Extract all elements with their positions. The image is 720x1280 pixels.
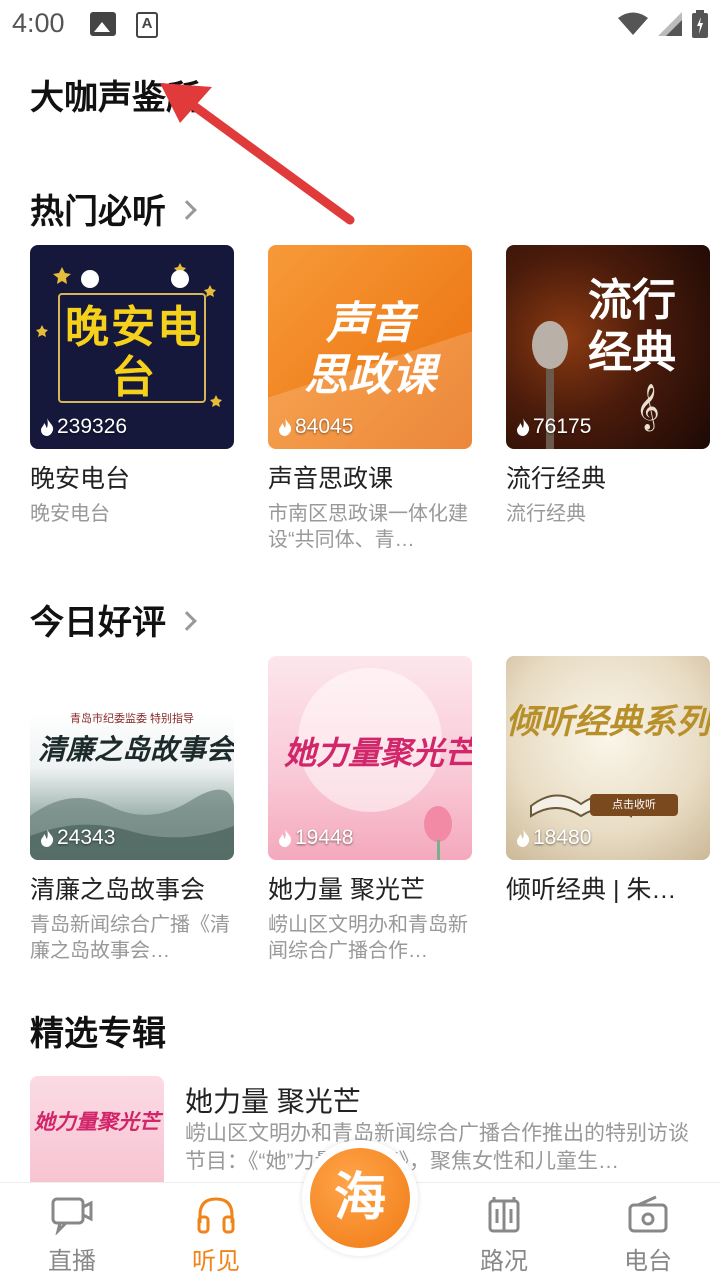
cover-title-1: 流行 <box>588 276 676 325</box>
app-notification-icon: A <box>136 12 158 38</box>
card-today-3[interactable]: 倾听经典系列 点击收听 18480 倾听经典 | 朱… <box>506 656 710 912</box>
center-logo-icon: 海 <box>310 1148 410 1248</box>
page-title: 大咖声鉴所 <box>30 79 200 117</box>
cover-title-2: 思政课 <box>304 351 436 400</box>
radio-icon <box>628 1195 668 1233</box>
section-hot-title: 热门必听 <box>30 193 166 231</box>
flame-icon <box>517 829 530 847</box>
status-time: 4:00 <box>12 8 65 38</box>
card-cover: 青岛市纪委监委 特别指导 清廉之岛故事会 24343 <box>30 656 234 860</box>
card-cover: 晚安电台 239326 <box>30 245 234 449</box>
listen-now-tag: 点击收听 <box>590 794 678 816</box>
section-albums-title: 精选专辑 <box>30 1015 166 1053</box>
album-cover-title: 她力量聚光芒 <box>34 1111 160 1134</box>
image-notification-icon <box>90 12 116 36</box>
card-desc: 晚安电台 <box>30 503 110 525</box>
album-desc: 崂山区文明办和青岛新闻综合广播合作推出的特别访谈节目：《“她”力量聚光芒》，聚焦… <box>185 1122 689 1173</box>
chevron-right-icon <box>177 610 197 631</box>
card-desc: 市南区思政课一体化建设“共同体、青… <box>268 503 468 551</box>
flame-icon <box>41 418 54 436</box>
tab-traffic[interactable]: 路况 <box>444 1183 564 1280</box>
wifi-icon <box>618 12 648 35</box>
tab-label: 路况 <box>480 1248 528 1275</box>
play-count: 19448 <box>278 826 353 850</box>
card-today-2[interactable]: 她力量聚光芒 19448 她力量 聚光芒 崂山区文明办和青岛新闻综合广播合作… <box>268 656 472 964</box>
cell-signal-icon <box>658 12 682 36</box>
play-count-value: 19448 <box>295 826 354 849</box>
card-desc: 青岛新闻综合广播《清廉之岛故事会… <box>30 914 230 962</box>
play-count: 239326 <box>40 415 127 439</box>
play-count-value: 84045 <box>295 415 354 438</box>
card-title: 倾听经典 | 朱… <box>506 876 677 904</box>
card-cover: 她力量聚光芒 19448 <box>268 656 472 860</box>
video-chat-icon <box>51 1197 93 1235</box>
play-count-value: 24343 <box>57 826 116 849</box>
tab-radio[interactable]: 电台 <box>588 1183 708 1280</box>
cover-title: 倾听经典系列 <box>506 703 710 741</box>
card-desc: 崂山区文明办和青岛新闻综合广播合作… <box>268 914 468 962</box>
play-count: 18480 <box>516 826 591 850</box>
card-desc: 流行经典 <box>506 503 586 525</box>
card-title: 流行经典 <box>506 465 607 493</box>
chevron-right-icon <box>177 199 197 220</box>
cover-title-2: 经典 <box>588 328 676 377</box>
album-title: 她力量 聚光芒 <box>185 1086 361 1117</box>
section-today-header[interactable]: 今日好评 <box>30 595 197 644</box>
card-cover: 声音 思政课 84045 <box>268 245 472 449</box>
cover-subtitle: 青岛市纪委监委 特别指导 <box>69 713 195 725</box>
card-hot-3[interactable]: 流行 经典 𝄞 76175 流行经典 流行经典 <box>506 245 710 527</box>
play-count: 84045 <box>278 415 353 439</box>
tulip-icon <box>424 806 452 860</box>
cover-title: 她力量聚光芒 <box>284 735 472 771</box>
card-title: 晚安电台 <box>30 465 131 493</box>
flame-icon <box>517 418 530 436</box>
flame-icon <box>279 829 292 847</box>
play-count-value: 76175 <box>533 415 592 438</box>
card-title: 她力量 聚光芒 <box>268 876 425 904</box>
flame-icon <box>41 829 54 847</box>
card-cover: 流行 经典 𝄞 76175 <box>506 245 710 449</box>
tab-label: 直播 <box>48 1248 96 1275</box>
play-count: 76175 <box>516 415 591 439</box>
card-hot-2[interactable]: 声音 思政课 84045 声音思政课 市南区思政课一体化建设“共同体、青… <box>268 245 472 553</box>
headphones-icon <box>197 1197 235 1234</box>
card-title: 清廉之岛故事会 <box>30 876 206 904</box>
card-title: 声音思政课 <box>268 465 394 493</box>
tab-listen[interactable]: 听见 <box>156 1183 276 1280</box>
tab-label: 听见 <box>192 1248 240 1275</box>
section-today-title: 今日好评 <box>30 604 166 642</box>
traffic-icon <box>488 1197 520 1233</box>
flame-icon <box>279 418 292 436</box>
play-count: 24343 <box>40 826 115 850</box>
notification-icons: A <box>90 12 158 38</box>
tab-live[interactable]: 直播 <box>12 1183 132 1280</box>
card-today-1[interactable]: 青岛市纪委监委 特别指导 清廉之岛故事会 24343 清廉之岛故事会 青岛新闻综… <box>30 656 234 964</box>
music-note-icon: 𝄞 <box>636 385 660 429</box>
tab-label: 电台 <box>624 1248 672 1275</box>
cover-title: 清廉之岛故事会 <box>38 734 234 765</box>
center-logo-button[interactable]: 海 <box>302 1140 418 1256</box>
play-count-value: 239326 <box>57 415 128 438</box>
battery-icon <box>692 10 708 38</box>
card-cover: 倾听经典系列 点击收听 18480 <box>506 656 710 860</box>
system-icons <box>618 10 708 38</box>
play-count-value: 18480 <box>533 826 592 849</box>
status-bar: 4:00 A <box>0 0 720 50</box>
section-hot-header[interactable]: 热门必听 <box>30 184 197 233</box>
card-hot-1[interactable]: 晚安电台 239326 晚安电台 晚安电台 <box>30 245 234 527</box>
album-cover: 她力量聚光芒 <box>30 1076 164 1186</box>
